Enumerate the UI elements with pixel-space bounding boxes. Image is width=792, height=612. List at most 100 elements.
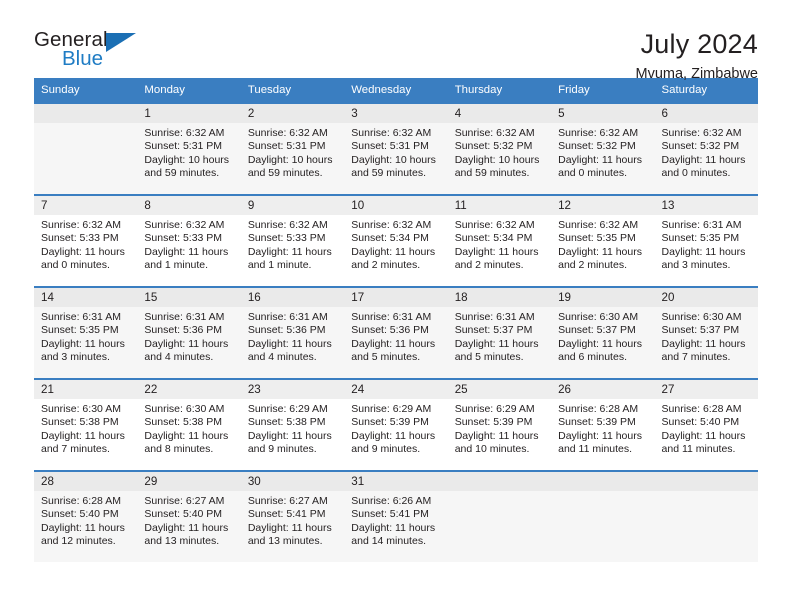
calendar-day-cell[interactable]: 23 Sunrise: 6:29 AM Sunset: 5:38 PM Dayligh… [240, 378, 345, 471]
daylight-info: Sunrise: 6:28 AM Sunset: 5:39 PM Daylight:… [551, 399, 654, 456]
calendar-page: General Blue July 2024 Mvuma, Zimbabwe S… [0, 0, 792, 612]
calendar-day-cell[interactable]: 12 Sunrise: 6:32 AM Sunset: 5:35 PM Dayligh… [551, 194, 655, 287]
daylight-info-line: Daylight: 10 hours [247, 153, 333, 166]
logo-triangle-icon [106, 33, 136, 52]
calendar-day-cell[interactable]: 21 Sunrise: 6:30 AM Sunset: 5:38 PM Dayligh… [34, 378, 138, 471]
daylight-info-line: Sunset: 5:31 PM [351, 140, 429, 153]
calendar-day-cell[interactable]: 20 Sunrise: 6:30 AM Sunset: 5:37 PM Dayligh… [654, 286, 758, 379]
calendar-week-row: 1 Sunrise: 6:32 AM Sunset: 5:31 PM Daylight… [34, 102, 758, 195]
calendar-day-cell[interactable]: 14 Sunrise: 6:31 AM Sunset: 5:35 PM Dayligh… [34, 286, 138, 379]
calendar-day-cell[interactable]: 13 Sunrise: 6:31 AM Sunset: 5:35 PM Dayligh… [654, 194, 758, 287]
calendar-day-cell[interactable]: 11 Sunrise: 6:32 AM Sunset: 5:34 PM Dayligh… [447, 194, 552, 287]
calendar-day-cell[interactable]: 6 Sunrise: 6:32 AM Sunset: 5:32 PM Daylight… [654, 102, 758, 195]
day-number: 16 [240, 288, 345, 307]
daylight-info: Sunrise: 6:31 AM Sunset: 5:35 PM Daylight:… [34, 307, 137, 364]
daylight-info-line: Sunset: 5:36 PM [351, 324, 429, 337]
calendar-day-cell[interactable]: 7 Sunrise: 6:32 AM Sunset: 5:33 PM Daylight… [34, 194, 138, 287]
day-number [447, 472, 552, 491]
calendar-day-cell[interactable]: 28 Sunrise: 6:28 AM Sunset: 5:40 PM Dayligh… [34, 470, 138, 562]
calendar-day-cell[interactable]: 16 Sunrise: 6:31 AM Sunset: 5:36 PM Dayligh… [240, 286, 345, 379]
daylight-info-line: Sunset: 5:40 PM [41, 508, 119, 521]
calendar-day-cell[interactable]: 27 Sunrise: 6:28 AM Sunset: 5:40 PM Dayligh… [654, 378, 758, 471]
calendar-day-cell[interactable]: 25 Sunrise: 6:29 AM Sunset: 5:39 PM Dayligh… [447, 378, 552, 471]
general-blue-logo: General Blue [34, 29, 144, 78]
calendar-day-cell[interactable]: 26 Sunrise: 6:28 AM Sunset: 5:39 PM Dayligh… [551, 378, 655, 471]
daylight-info-line: and 1 minute. [247, 258, 312, 271]
daylight-info-line: and 8 minutes. [144, 442, 214, 455]
day-number: 11 [447, 196, 552, 215]
daylight-info-line: Sunrise: 6:32 AM [41, 219, 121, 231]
daylight-info-line: and 9 minutes. [247, 442, 317, 455]
calendar-day-cell[interactable]: 30 Sunrise: 6:27 AM Sunset: 5:41 PM Dayligh… [240, 470, 345, 562]
daylight-info-line: Sunrise: 6:31 AM [247, 311, 328, 323]
calendar-day-cell[interactable]: 24 Sunrise: 6:29 AM Sunset: 5:39 PM Dayligh… [344, 378, 448, 471]
daylight-info: Sunrise: 6:29 AM Sunset: 5:39 PM Daylight:… [344, 399, 447, 456]
daylight-info-line: Daylight: 11 hours [454, 245, 539, 258]
daylight-info: Sunrise: 6:30 AM Sunset: 5:38 PM Daylight:… [34, 399, 137, 456]
daylight-info-line: Daylight: 11 hours [558, 429, 642, 442]
daylight-info-line: Sunset: 5:41 PM [351, 508, 429, 521]
calendar-day-cell[interactable]: 15 Sunrise: 6:31 AM Sunset: 5:36 PM Dayligh… [137, 286, 241, 379]
daylight-info-line: and 59 minutes. [351, 166, 426, 179]
daylight-info: Sunrise: 6:31 AM Sunset: 5:36 PM Daylight:… [344, 307, 447, 364]
daylight-info-line: Sunset: 5:38 PM [144, 416, 223, 429]
calendar-day-cell[interactable]: 3 Sunrise: 6:32 AM Sunset: 5:31 PM Daylight… [344, 102, 448, 195]
calendar-day-cell[interactable]: 22 Sunrise: 6:30 AM Sunset: 5:38 PM Dayligh… [137, 378, 241, 471]
daylight-info-line: Sunrise: 6:32 AM [351, 127, 432, 139]
calendar-cell-empty [447, 470, 552, 562]
daylight-info: Sunrise: 6:27 AM Sunset: 5:40 PM Daylight:… [137, 491, 240, 548]
day-number: 7 [34, 196, 138, 215]
daylight-info-line: Daylight: 10 hours [144, 153, 230, 166]
daylight-info-line: Sunset: 5:31 PM [144, 140, 223, 153]
daylight-info-line: and 4 minutes. [144, 350, 214, 363]
calendar-day-cell[interactable]: 17 Sunrise: 6:31 AM Sunset: 5:36 PM Dayligh… [344, 286, 448, 379]
daylight-info-line: Sunrise: 6:30 AM [661, 311, 742, 323]
daylight-info-line: Sunset: 5:33 PM [41, 232, 119, 245]
calendar-day-cell[interactable]: 19 Sunrise: 6:30 AM Sunset: 5:37 PM Dayligh… [551, 286, 655, 379]
daylight-info-line: Sunrise: 6:28 AM [41, 495, 121, 507]
calendar-day-cell[interactable]: 18 Sunrise: 6:31 AM Sunset: 5:37 PM Dayligh… [447, 286, 552, 379]
daylight-info-line: Sunset: 5:36 PM [247, 324, 326, 337]
daylight-info: Sunrise: 6:32 AM Sunset: 5:32 PM Daylight:… [448, 123, 551, 180]
calendar-day-cell[interactable]: 8 Sunrise: 6:32 AM Sunset: 5:33 PM Daylight… [137, 194, 241, 287]
calendar-cell-empty [34, 102, 138, 195]
calendar-week-row: 21 Sunrise: 6:30 AM Sunset: 5:38 PM Dayligh… [34, 378, 758, 471]
daylight-info-line: Sunrise: 6:32 AM [247, 127, 328, 139]
daylight-info-line: and 2 minutes. [454, 258, 524, 271]
calendar-week-row: 14 Sunrise: 6:31 AM Sunset: 5:35 PM Dayligh… [34, 286, 758, 379]
calendar-week-row: 28 Sunrise: 6:28 AM Sunset: 5:40 PM Dayligh… [34, 470, 758, 562]
calendar-day-cell[interactable]: 10 Sunrise: 6:32 AM Sunset: 5:34 PM Dayligh… [344, 194, 448, 287]
daylight-info-line: and 14 minutes. [351, 534, 426, 547]
daylight-info-line: Sunrise: 6:31 AM [661, 219, 742, 231]
calendar-day-cell[interactable]: 4 Sunrise: 6:32 AM Sunset: 5:32 PM Daylight… [447, 102, 552, 195]
daylight-info-line: Sunrise: 6:32 AM [247, 219, 328, 231]
daylight-info: Sunrise: 6:32 AM Sunset: 5:34 PM Daylight:… [448, 215, 551, 272]
daylight-info: Sunrise: 6:30 AM Sunset: 5:37 PM Daylight:… [655, 307, 758, 364]
title-block: July 2024 Mvuma, Zimbabwe [636, 30, 758, 83]
calendar-day-cell[interactable]: 1 Sunrise: 6:32 AM Sunset: 5:31 PM Daylight… [137, 102, 241, 195]
calendar-day-cell[interactable]: 9 Sunrise: 6:32 AM Sunset: 5:33 PM Daylight… [240, 194, 345, 287]
daylight-info: Sunrise: 6:32 AM Sunset: 5:32 PM Daylight:… [655, 123, 758, 180]
calendar-day-cell[interactable]: 5 Sunrise: 6:32 AM Sunset: 5:32 PM Daylight… [551, 102, 655, 195]
daylight-info: Sunrise: 6:26 AM Sunset: 5:41 PM Daylight:… [344, 491, 447, 548]
daylight-info-line: Sunrise: 6:30 AM [144, 403, 225, 415]
daylight-info-line: and 10 minutes. [454, 442, 530, 455]
day-number: 31 [344, 472, 448, 491]
day-number [34, 104, 138, 123]
daylight-info: Sunrise: 6:29 AM Sunset: 5:38 PM Daylight:… [241, 399, 344, 456]
daylight-info-line: Daylight: 11 hours [144, 337, 229, 350]
daylight-info-line: Sunrise: 6:31 AM [41, 311, 121, 323]
day-number: 1 [137, 104, 241, 123]
daylight-info-line: Daylight: 11 hours [351, 337, 436, 350]
daylight-info-line: Daylight: 11 hours [41, 245, 125, 258]
daylight-info-line: and 2 minutes. [558, 258, 627, 271]
daylight-info-line: and 59 minutes. [144, 166, 220, 179]
weekday-header-wednesday: Wednesday [344, 78, 448, 103]
daylight-info: Sunrise: 6:31 AM Sunset: 5:36 PM Daylight:… [241, 307, 344, 364]
daylight-info-line: Sunset: 5:33 PM [247, 232, 326, 245]
calendar-day-cell[interactable]: 29 Sunrise: 6:27 AM Sunset: 5:40 PM Dayligh… [137, 470, 241, 562]
daylight-info-line: Sunrise: 6:31 AM [454, 311, 535, 323]
calendar-day-cell[interactable]: 2 Sunrise: 6:32 AM Sunset: 5:31 PM Daylight… [240, 102, 345, 195]
day-number: 12 [551, 196, 655, 215]
calendar-day-cell[interactable]: 31 Sunrise: 6:26 AM Sunset: 5:41 PM Dayligh… [344, 470, 448, 562]
